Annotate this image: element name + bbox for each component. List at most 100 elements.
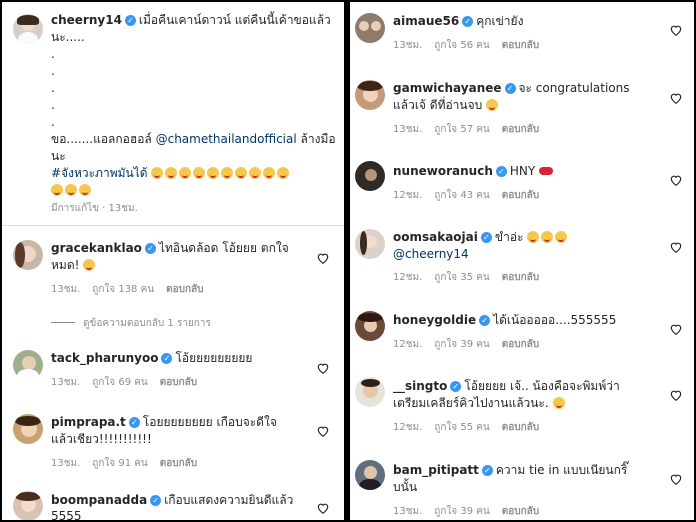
comment-username[interactable]: gracekanklao (51, 241, 142, 255)
avatar[interactable] (355, 377, 385, 407)
verified-badge-icon: ✓ (495, 166, 507, 177)
heart-icon[interactable] (316, 424, 330, 438)
comment-time: 13ชม. (51, 458, 81, 469)
avatar[interactable] (355, 229, 385, 259)
like-count[interactable]: ถูกใจ 138 คน (92, 284, 154, 295)
heart-icon[interactable] (669, 388, 683, 402)
emoji-row (51, 182, 93, 199)
comment-username[interactable]: bam_pitipatt (393, 463, 479, 477)
avatar[interactable] (355, 13, 385, 43)
reply-button[interactable]: ตอบกลับ (502, 272, 539, 283)
comment-time: 12ชม. (393, 422, 423, 433)
comment-time: 13ชม. (51, 377, 81, 388)
avatar[interactable] (13, 350, 43, 380)
heart-icon[interactable] (669, 240, 683, 254)
avatar[interactable] (13, 491, 43, 520)
verified-badge-icon: ✓ (450, 381, 462, 392)
post-caption-line: ล้างมือ (300, 132, 336, 146)
comment-text: โอยยยยยยยย เกือบจะดีใจ (142, 415, 277, 429)
reply-button[interactable]: ตอบกลับ (502, 339, 539, 350)
comment-time: 13ชม. (393, 40, 423, 51)
heart-icon[interactable] (669, 322, 683, 336)
reply-button[interactable]: ตอบกลับ (160, 377, 197, 388)
kiss-lips-icon (539, 167, 554, 175)
comment-username[interactable]: oomsakaojai (393, 230, 478, 244)
avatar[interactable] (13, 240, 43, 270)
heart-icon[interactable] (316, 251, 330, 265)
reply-button[interactable]: ตอบกลับ (160, 458, 197, 469)
emoji-row (151, 166, 291, 180)
verified-badge-icon: ✓ (504, 83, 516, 94)
reply-button[interactable]: ตอบกลับ (502, 190, 539, 201)
dash-icon (51, 322, 75, 323)
avatar[interactable] (355, 161, 385, 191)
caption-dot: . (51, 115, 55, 129)
view-replies-link[interactable]: ดูข้อความตอบกลับ 1 รายการ (51, 316, 223, 331)
comment-text: ความ tie in แบบเนียนกริ๊ (495, 463, 628, 477)
comment-time: 12ชม. (393, 272, 423, 283)
verified-badge-icon: ✓ (144, 243, 156, 254)
avatar[interactable] (13, 414, 43, 444)
verified-badge-icon: ✓ (462, 16, 474, 27)
heart-icon[interactable] (316, 501, 330, 515)
mention-link[interactable]: @cheerny14 (393, 246, 469, 263)
avatar[interactable] (13, 14, 43, 44)
reply-button[interactable]: ตอบกลับ (502, 422, 539, 433)
comment-username[interactable]: __singto (393, 379, 447, 393)
caption-dot: . (51, 98, 55, 112)
avatar[interactable] (355, 311, 385, 341)
like-count[interactable]: ถูกใจ 69 คน (92, 377, 147, 388)
post-edited-time: มีการแก้ไข · 13ชม. (51, 203, 138, 214)
divider (2, 225, 344, 226)
comment-text: บนั้น (393, 480, 418, 494)
like-count[interactable]: ถูกใจ 57 คน (434, 124, 489, 135)
caption-dot: . (51, 81, 55, 95)
comment-text: โอ้ยยยย เจ้.. น้องคือจะพิมพ์ว่า (464, 379, 620, 393)
verified-badge-icon: ✓ (480, 232, 492, 243)
heart-icon[interactable] (316, 361, 330, 375)
post-caption-line: ขอ.......แอลกอฮอล์ (51, 132, 152, 146)
reply-button[interactable]: ตอบกลับ (502, 124, 539, 135)
comment-text: เกือบแสดงความยินดีแล้ว (164, 493, 294, 507)
comment-username[interactable]: tack_pharunyoo (51, 351, 158, 365)
comment-text: ไทอินดล้อด โอ้ยยย ตกใจ (158, 241, 289, 255)
right-comments-panel: aimaue56 ✓ คุกเข่ายัง 13ชม. ถูกใจ 56 คน ตอบก… (350, 2, 694, 520)
comment-username[interactable]: boompanadda (51, 493, 147, 507)
comment-username[interactable]: pimprapa.t (51, 415, 126, 429)
like-count[interactable]: ถูกใจ 55 คน (434, 422, 489, 433)
comment-username[interactable]: honeygoldie (393, 313, 476, 327)
like-count[interactable]: ถูกใจ 43 คน (434, 190, 489, 201)
comment-text: แล้วเจ้ ดีที่อ่านจบ (393, 98, 483, 112)
comment-username[interactable]: aimaue56 (393, 14, 459, 28)
comment-text: จะ congratulations (518, 81, 630, 95)
comment-time: 13ชม. (51, 284, 81, 295)
verified-badge-icon: ✓ (128, 417, 140, 428)
heart-icon[interactable] (669, 173, 683, 187)
like-count[interactable]: ถูกใจ 39 คน (434, 339, 489, 350)
reply-button[interactable]: ตอบกลับ (166, 284, 203, 295)
hashtag-link[interactable]: #จังหวะภาพมันได้ (51, 166, 148, 180)
comment-username[interactable]: nuneworanuch (393, 164, 493, 178)
avatar[interactable] (355, 460, 385, 490)
comment-text: คุกเข่ายัง (476, 14, 524, 28)
like-count[interactable]: ถูกใจ 56 คน (434, 40, 489, 51)
comment-text: ได้เน้อออออ....555555 (493, 313, 617, 327)
like-count[interactable]: ถูกใจ 91 คน (92, 458, 147, 469)
heart-icon[interactable] (669, 23, 683, 37)
post-username[interactable]: cheerny14 (51, 13, 122, 27)
reply-button[interactable]: ตอบกลับ (502, 40, 539, 51)
post-caption-line: นะ..... (51, 30, 85, 44)
heart-icon[interactable] (669, 91, 683, 105)
heart-icon[interactable] (669, 472, 683, 486)
comment-username[interactable]: gamwichayanee (393, 81, 502, 95)
comment-text: ขำอ่ะ (494, 230, 524, 244)
mention-link[interactable]: @chamethailandofficial (156, 132, 297, 146)
comment-text: 5555 (51, 509, 82, 520)
reply-button[interactable]: ตอบกลับ (502, 506, 539, 517)
laughing-emoji-icon (552, 397, 565, 409)
comment-text: โอ้ยยยยยยยยย (175, 351, 253, 365)
like-count[interactable]: ถูกใจ 35 คน (434, 272, 489, 283)
comment-text: แล้วเชียว!!!!!!!!!!! (51, 432, 152, 446)
like-count[interactable]: ถูกใจ 39 คน (434, 506, 489, 517)
avatar[interactable] (355, 80, 385, 110)
